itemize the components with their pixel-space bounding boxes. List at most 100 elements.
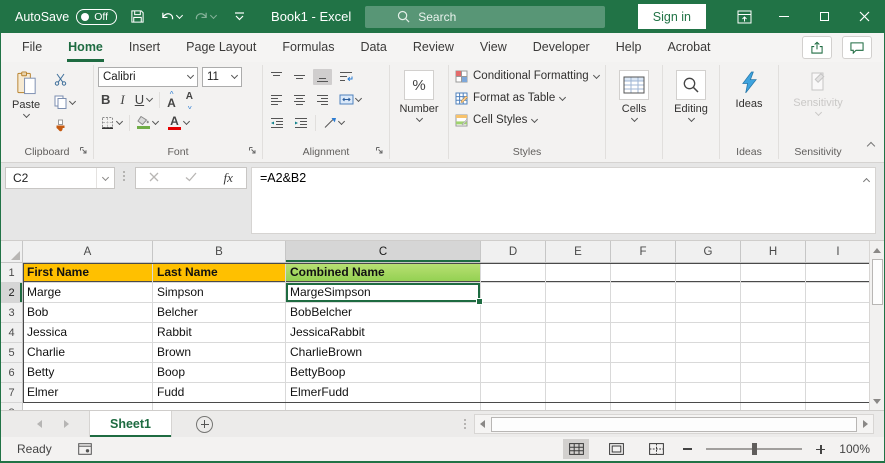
cell-I4[interactable] xyxy=(806,323,871,343)
next-sheet-button[interactable] xyxy=(64,420,69,428)
select-all-button[interactable] xyxy=(1,241,23,263)
clipboard-dialog-launcher[interactable] xyxy=(79,146,88,158)
comments-button[interactable] xyxy=(842,36,872,59)
center-button[interactable] xyxy=(290,92,309,108)
fill-color-button[interactable] xyxy=(134,113,161,133)
maximize-button[interactable] xyxy=(804,0,844,33)
autosave-toggle[interactable]: AutoSave Off xyxy=(15,9,117,25)
tab-data[interactable]: Data xyxy=(347,33,399,62)
merge-dropdown-icon[interactable] xyxy=(355,95,362,102)
cell-H6[interactable] xyxy=(741,363,806,383)
page-layout-view-button[interactable] xyxy=(603,439,629,459)
cell-H1[interactable] xyxy=(741,263,806,283)
scroll-right-button[interactable] xyxy=(858,415,873,433)
align-right-button[interactable] xyxy=(313,92,332,108)
autosave-pill[interactable]: Off xyxy=(76,9,117,25)
cell-A5[interactable]: Charlie xyxy=(23,343,153,363)
redo-button[interactable] xyxy=(191,4,219,30)
column-header-D[interactable]: D xyxy=(481,241,546,263)
font-size-combo[interactable]: 11 xyxy=(202,67,242,87)
align-left-button[interactable] xyxy=(267,92,286,108)
minimize-button[interactable] xyxy=(764,0,804,33)
cell-C5[interactable]: CharlieBrown xyxy=(286,343,481,363)
copy-dropdown-icon[interactable] xyxy=(69,97,76,104)
cell-E6[interactable] xyxy=(546,363,611,383)
sensitivity-button[interactable]: Sensitivity xyxy=(783,65,853,115)
record-macro-button[interactable] xyxy=(78,443,92,455)
cell-E1[interactable] xyxy=(546,263,611,283)
cell-A2[interactable]: Marge xyxy=(23,283,153,303)
sensitivity-dropdown-icon[interactable] xyxy=(814,109,821,116)
tabstrip-resize-handle[interactable] xyxy=(464,411,474,437)
row-header-7[interactable]: 7 xyxy=(1,383,23,403)
cell-G4[interactable] xyxy=(676,323,741,343)
row-header-4[interactable]: 4 xyxy=(1,323,23,343)
font-color-dropdown-icon[interactable] xyxy=(183,118,190,125)
cell-D6[interactable] xyxy=(481,363,546,383)
cell-D4[interactable] xyxy=(481,323,546,343)
cell-H2[interactable] xyxy=(741,283,806,303)
zoom-level[interactable]: 100% xyxy=(839,442,870,456)
vertical-scroll-thumb[interactable] xyxy=(872,259,883,305)
cell-E7[interactable] xyxy=(546,383,611,403)
italic-button[interactable]: I xyxy=(117,90,127,110)
cell-B8[interactable] xyxy=(153,403,286,410)
merge-center-button[interactable] xyxy=(336,92,364,107)
cell-E2[interactable] xyxy=(546,283,611,303)
save-button[interactable] xyxy=(123,4,151,30)
cell-E8[interactable] xyxy=(546,403,611,410)
font-color-button[interactable]: A xyxy=(165,113,192,133)
decrease-indent-button[interactable] xyxy=(267,115,287,131)
cell-B5[interactable]: Brown xyxy=(153,343,286,363)
row-header-5[interactable]: 5 xyxy=(1,343,23,363)
tab-formulas[interactable]: Formulas xyxy=(269,33,347,62)
cell-G5[interactable] xyxy=(676,343,741,363)
editing-button[interactable]: Editing xyxy=(667,65,715,121)
cells-button[interactable]: Cells xyxy=(610,65,658,121)
row-header-8[interactable]: 8 xyxy=(1,403,23,410)
undo-dropdown-icon[interactable] xyxy=(176,12,183,19)
tab-developer[interactable]: Developer xyxy=(520,33,603,62)
row-header-1[interactable]: 1 xyxy=(1,263,23,283)
tab-page-layout[interactable]: Page Layout xyxy=(173,33,269,62)
cell-F5[interactable] xyxy=(611,343,676,363)
horizontal-scrollbar[interactable] xyxy=(474,414,874,434)
decrease-font-size-button[interactable]: A^ xyxy=(183,90,196,110)
cell-E3[interactable] xyxy=(546,303,611,323)
formula-input[interactable]: =A2&B2 xyxy=(251,167,876,234)
cell-F6[interactable] xyxy=(611,363,676,383)
scroll-up-button[interactable] xyxy=(870,241,884,259)
cell-B3[interactable]: Belcher xyxy=(153,303,286,323)
normal-view-button[interactable] xyxy=(563,439,589,459)
cell-F1[interactable] xyxy=(611,263,676,283)
cell-H3[interactable] xyxy=(741,303,806,323)
format-painter-button[interactable] xyxy=(51,115,78,135)
cell-H8[interactable] xyxy=(741,403,806,410)
cell-G7[interactable] xyxy=(676,383,741,403)
cell-G8[interactable] xyxy=(676,403,741,410)
cell-C1[interactable]: Combined Name xyxy=(286,263,481,283)
tab-home[interactable]: Home xyxy=(55,33,116,62)
ideas-button[interactable]: Ideas xyxy=(724,65,774,110)
top-align-button[interactable] xyxy=(267,69,286,85)
scroll-left-button[interactable] xyxy=(475,415,490,433)
zoom-slider[interactable] xyxy=(706,448,802,450)
conditional-formatting-button[interactable]: Conditional Formatting xyxy=(453,65,601,87)
orientation-dropdown-icon[interactable] xyxy=(338,118,345,125)
zoom-in-button[interactable] xyxy=(816,445,825,454)
column-header-B[interactable]: B xyxy=(153,241,286,263)
page-break-preview-button[interactable] xyxy=(643,439,669,459)
cell-E4[interactable] xyxy=(546,323,611,343)
close-button[interactable] xyxy=(844,0,884,33)
collapse-formula-bar-button[interactable] xyxy=(864,173,869,187)
sheet-tab-sheet1[interactable]: Sheet1 xyxy=(89,411,172,437)
zoom-slider-handle[interactable] xyxy=(752,443,757,455)
cell-A1[interactable]: First Name xyxy=(23,263,153,283)
search-box[interactable]: Search xyxy=(365,6,605,28)
cell-D3[interactable] xyxy=(481,303,546,323)
cell-D2[interactable] xyxy=(481,283,546,303)
borders-button[interactable] xyxy=(98,113,125,133)
cell-C7[interactable]: ElmerFudd xyxy=(286,383,481,403)
cell-B4[interactable]: Rabbit xyxy=(153,323,286,343)
cell-F8[interactable] xyxy=(611,403,676,410)
